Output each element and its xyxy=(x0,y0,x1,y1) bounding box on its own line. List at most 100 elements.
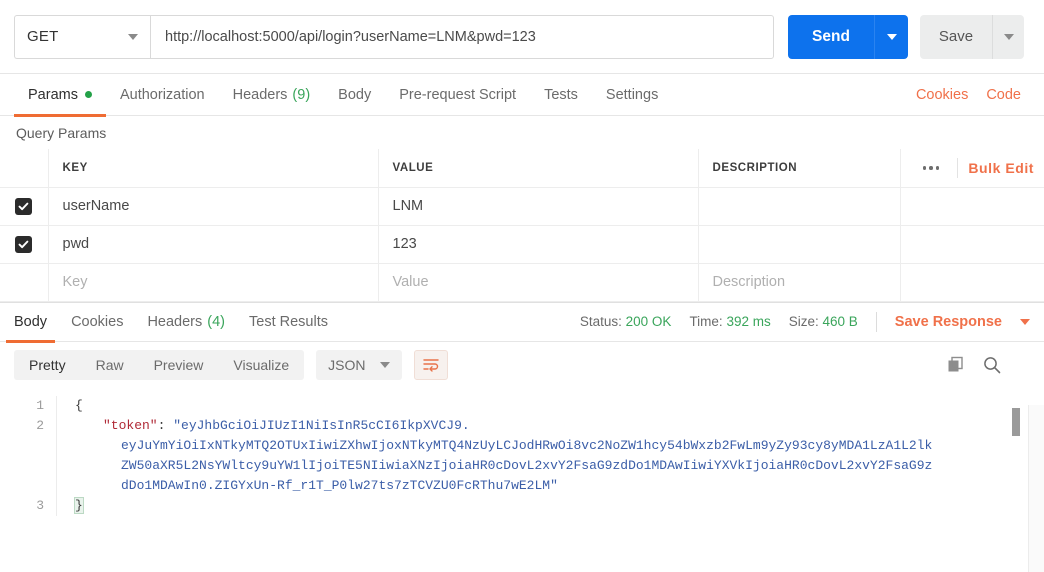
tab-body-label: Body xyxy=(338,86,372,103)
table-row-empty: Key Value Description xyxy=(0,262,1044,302)
divider xyxy=(957,157,959,178)
tab-authorization-label: Authorization xyxy=(119,86,205,103)
tab-body[interactable]: Body xyxy=(324,74,385,116)
http-method-select[interactable]: GET xyxy=(14,14,150,59)
more-options-icon[interactable] xyxy=(915,166,948,170)
json-value-token-part1: "eyJhbGciOiJIUzI1NiIsInR5cCI6IkpXVCJ9. xyxy=(173,417,470,433)
json-value-token-part2: eyJuYmYiOiIxNTkyMTQ2OTUxIiwiZXhwIjoxNTky… xyxy=(56,435,1044,456)
row-description[interactable] xyxy=(697,224,901,264)
code-link[interactable]: Code xyxy=(977,87,1030,103)
new-value-input[interactable]: Value xyxy=(377,262,699,302)
tab-authorization[interactable]: Authorization xyxy=(106,74,219,116)
tab-settings-label: Settings xyxy=(605,86,659,103)
send-button-group: Send xyxy=(788,14,908,59)
row-key[interactable]: userName xyxy=(47,186,379,226)
code-open-brace: { xyxy=(75,397,83,413)
tab-headers-count: (9) xyxy=(292,86,311,103)
wrap-lines-icon xyxy=(422,358,439,372)
response-tab-headers[interactable]: Headers (4) xyxy=(135,302,237,342)
row-value[interactable]: LNM xyxy=(377,186,699,226)
table-header-row: KEY VALUE DESCRIPTION Bulk Edit xyxy=(0,149,1044,188)
code-close-brace: } xyxy=(74,496,84,514)
time-metric: Time: 392 ms xyxy=(689,314,770,329)
code-line: 3 } xyxy=(0,495,1044,516)
row-description[interactable] xyxy=(697,186,901,226)
code-right-gutter xyxy=(1028,405,1044,572)
send-options-button[interactable] xyxy=(874,14,908,59)
header-actions: Bulk Edit xyxy=(899,149,1044,188)
chevron-down-icon xyxy=(128,33,138,40)
response-tab-body[interactable]: Body xyxy=(2,302,59,343)
copy-button[interactable] xyxy=(946,355,966,375)
new-description-input[interactable]: Description xyxy=(697,262,901,302)
time-value: 392 ms xyxy=(726,314,771,329)
query-params-table: KEY VALUE DESCRIPTION Bulk Edit userName… xyxy=(0,149,1044,302)
response-format-toolbar: Pretty Raw Preview Visualize JSON xyxy=(0,341,1044,388)
save-options-button[interactable] xyxy=(992,14,1024,59)
http-method-label: GET xyxy=(27,28,59,45)
view-mode-group: Pretty Raw Preview Visualize xyxy=(14,349,305,380)
request-tab-bar: Params Authorization Headers (9) Body Pr… xyxy=(0,74,1044,117)
row-actions xyxy=(899,224,1044,264)
line-number: 1 xyxy=(36,397,44,413)
code-vertical-scrollbar[interactable] xyxy=(1012,408,1020,572)
new-key-input[interactable]: Key xyxy=(47,262,379,302)
chevron-down-icon xyxy=(886,33,897,40)
request-url-bar: GET http://localhost:5000/api/login?user… xyxy=(0,0,1044,74)
row-key[interactable]: pwd xyxy=(47,224,379,264)
search-button[interactable] xyxy=(982,355,1002,375)
tab-params[interactable]: Params xyxy=(14,74,106,117)
wrap-lines-button[interactable] xyxy=(413,349,448,380)
json-key-token: "token" xyxy=(103,417,158,433)
response-tab-test-results[interactable]: Test Results xyxy=(237,302,340,342)
response-tab-headers-count: (4) xyxy=(207,313,225,330)
params-active-dot-icon xyxy=(84,91,92,98)
code-line-wrapped: eyJuYmYiOiIxNTkyMTQ2OTUxIiwiZXhwIjoxNTky… xyxy=(0,435,1044,456)
url-input[interactable]: http://localhost:5000/api/login?userName… xyxy=(150,14,774,59)
size-metric: Size: 460 B xyxy=(789,314,858,329)
response-tab-cookies[interactable]: Cookies xyxy=(59,302,135,342)
save-button[interactable]: Save xyxy=(920,14,992,59)
time-label: Time: xyxy=(689,314,723,329)
row-checkbox[interactable] xyxy=(15,235,33,253)
search-icon xyxy=(984,356,1001,373)
chevron-down-icon xyxy=(379,361,390,368)
tab-tests[interactable]: Tests xyxy=(530,74,592,116)
header-value: VALUE xyxy=(377,149,699,188)
cookies-link[interactable]: Cookies xyxy=(907,87,977,103)
tab-pre-request-script[interactable]: Pre-request Script xyxy=(385,74,530,116)
tab-headers[interactable]: Headers (9) xyxy=(219,74,325,116)
row-value[interactable]: 123 xyxy=(377,224,699,264)
tab-pre-request-script-label: Pre-request Script xyxy=(399,86,517,103)
view-mode-pretty[interactable]: Pretty xyxy=(14,350,81,380)
status-label: Status: xyxy=(579,314,622,329)
table-row: userName LNM xyxy=(0,186,1044,226)
line-number: 2 xyxy=(36,417,44,433)
response-meta: Status: 200 OK Time: 392 ms Size: 460 B … xyxy=(579,311,1036,332)
response-actions xyxy=(946,355,1030,375)
tab-headers-label: Headers xyxy=(232,86,288,103)
line-number: 3 xyxy=(36,497,44,513)
view-mode-visualize[interactable]: Visualize xyxy=(218,350,304,380)
view-mode-preview[interactable]: Preview xyxy=(139,350,219,380)
bulk-edit-button[interactable]: Bulk Edit xyxy=(968,160,1034,176)
size-label: Size: xyxy=(788,314,819,329)
response-body-viewer[interactable]: 1 { 2 "token": "eyJhbGciOiJIUzI1NiIsInR5… xyxy=(0,387,1044,550)
format-select-label: JSON xyxy=(328,356,366,373)
copy-icon xyxy=(948,356,963,371)
tab-settings[interactable]: Settings xyxy=(592,74,672,116)
row-checkbox[interactable] xyxy=(15,197,33,215)
header-key: KEY xyxy=(47,149,379,188)
save-response-button[interactable]: Save Response xyxy=(895,314,1002,330)
response-tab-body-label: Body xyxy=(14,313,48,330)
response-tab-cookies-label: Cookies xyxy=(71,313,124,330)
row-checkbox-cell xyxy=(0,186,49,226)
send-button[interactable]: Send xyxy=(788,14,874,59)
view-mode-raw[interactable]: Raw xyxy=(81,350,139,380)
row-checkbox-cell xyxy=(0,224,49,264)
scrollbar-thumb[interactable] xyxy=(1012,408,1020,436)
row-checkbox-cell xyxy=(0,262,49,302)
format-select[interactable]: JSON xyxy=(316,349,402,380)
save-button-group: Save xyxy=(920,14,1024,59)
chevron-down-icon[interactable] xyxy=(1020,318,1030,325)
